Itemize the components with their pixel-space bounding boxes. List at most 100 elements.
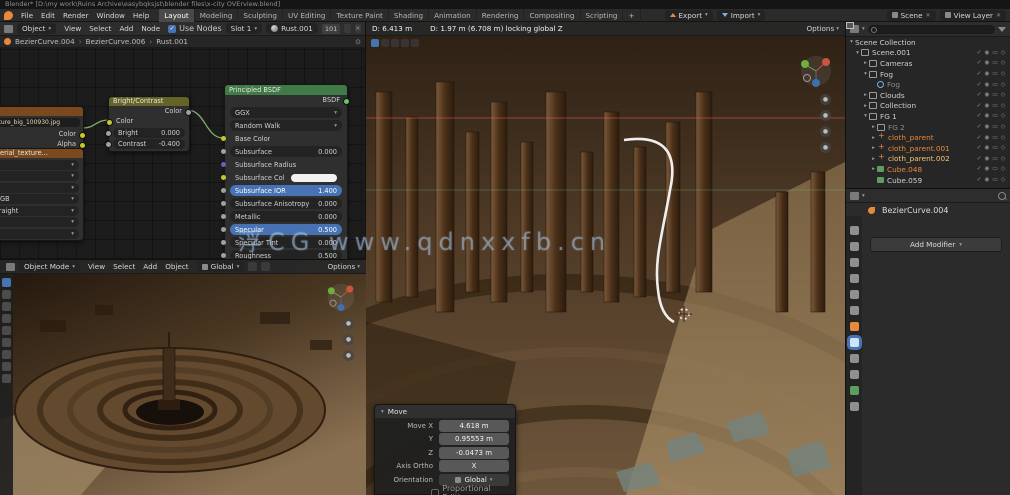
- node-property-row[interactable]: Specular0.500▾: [221, 224, 342, 235]
- disclosure-arrow-icon[interactable]: ▸: [862, 92, 869, 98]
- value-field[interactable]: 0.95553 m: [439, 433, 509, 445]
- disclosure-arrow-icon[interactable]: ▸: [870, 166, 877, 172]
- bsdf-output-socket[interactable]: BSDF: [225, 95, 350, 105]
- menu-item[interactable]: Help: [129, 11, 153, 20]
- outliner-row[interactable]: ▸ cloth_parent.001 ✓◉▭◇: [846, 142, 1010, 154]
- cursor-tool-icon[interactable]: [2, 290, 11, 299]
- workspace-tab[interactable]: Sculpting: [238, 8, 283, 22]
- object-name[interactable]: Cube.059: [887, 176, 975, 185]
- select-circle-icon[interactable]: [391, 39, 399, 47]
- object-name[interactable]: FG 2: [888, 123, 975, 132]
- selectable-checkbox-icon[interactable]: ✓: [975, 166, 983, 172]
- disclosure-arrow-icon[interactable]: ▸: [870, 135, 877, 141]
- render-disable-icon[interactable]: ◇: [999, 113, 1007, 119]
- menu-item[interactable]: Render: [59, 11, 93, 20]
- workspace-tab[interactable]: Modeling: [195, 8, 239, 22]
- move-panel-header[interactable]: ▾ Move: [375, 405, 515, 418]
- object-name[interactable]: Cube.048: [887, 165, 975, 174]
- properties-tab[interactable]: [849, 242, 859, 251]
- properties-tab[interactable]: [849, 274, 859, 283]
- node-dropdown[interactable]: ▾: [0, 217, 79, 227]
- properties-tab[interactable]: [849, 370, 859, 379]
- search-input[interactable]: [867, 24, 995, 34]
- chevron-down-icon[interactable]: ▾: [862, 26, 865, 32]
- color-swatch[interactable]: [290, 173, 337, 182]
- disclosure-arrow-icon[interactable]: ▾: [862, 113, 869, 119]
- material-slot-dropdown[interactable]: Slot 1 ▾: [225, 23, 263, 34]
- bright-contrast-node[interactable]: Bright/Contrast Color Color Bright 0.000 C…: [105, 96, 192, 152]
- node-property-row[interactable]: Roughness0.500▾: [221, 250, 342, 259]
- viewport-disable-icon[interactable]: ▭: [991, 60, 999, 66]
- tweak-tool-icon[interactable]: [371, 39, 379, 47]
- disclosure-arrow-icon[interactable]: ▸: [870, 124, 877, 130]
- disclosure-arrow-icon[interactable]: ▾: [854, 50, 861, 56]
- node-property-row[interactable]: Subsurface IOR1.400▾: [221, 185, 342, 196]
- transform-tool-icon[interactable]: [2, 338, 11, 347]
- outliner-row[interactable]: ▸ Cameras ✓ ◉ ▭ ◇: [846, 58, 1010, 69]
- outliner-row[interactable]: Fog ✓ ◉ ▭ ◇: [846, 79, 1010, 90]
- pin-icon[interactable]: ⊙: [355, 38, 361, 46]
- principled-bsdf-node[interactable]: Principled BSDF BSDF GGX▾ Random Walk▾: [221, 84, 350, 259]
- fake-user-shield-icon[interactable]: [344, 24, 351, 33]
- render-disable-icon[interactable]: ◇: [999, 145, 1007, 151]
- ortho-toggle-icon[interactable]: ●: [820, 142, 831, 153]
- annotate-tool-icon[interactable]: [2, 350, 11, 359]
- selectable-checkbox-icon[interactable]: ✓: [975, 145, 983, 151]
- disclosure-arrow-icon[interactable]: ▾: [848, 39, 855, 45]
- search-icon[interactable]: [998, 191, 1006, 200]
- properties-tab[interactable]: [849, 322, 859, 331]
- viewport-disable-icon[interactable]: ▭: [991, 166, 999, 172]
- select-lasso-icon[interactable]: [401, 39, 409, 47]
- node-number-field[interactable]: Contrast -0.400: [105, 139, 185, 149]
- outliner-row[interactable]: ▾ FG 1 ✓ ◉ ▭ ◇: [846, 111, 1010, 122]
- outliner-row[interactable]: ▸ cloth_parent ✓◉▭◇: [846, 131, 1010, 143]
- workspace-tab[interactable]: Compositing: [524, 8, 581, 22]
- outliner-row[interactable]: ▸ Clouds ✓ ◉ ▭ ◇: [846, 90, 1010, 101]
- shader-menu-item[interactable]: Add: [115, 24, 137, 33]
- viewport-disable-icon[interactable]: ▭: [991, 135, 999, 141]
- menu-item[interactable]: Window: [93, 11, 129, 20]
- rotate-tool-icon[interactable]: [2, 314, 11, 323]
- properties-tab[interactable]: [849, 290, 859, 299]
- properties-tab[interactable]: [849, 338, 859, 347]
- render-disable-icon[interactable]: ◇: [999, 124, 1007, 130]
- hide-eye-icon[interactable]: ◉: [983, 60, 991, 66]
- menu-item[interactable]: Edit: [37, 11, 59, 20]
- render-disable-icon[interactable]: ◇: [999, 135, 1007, 141]
- image-filename[interactable]: texture_big_100930.jpg: [0, 118, 80, 127]
- menu-item[interactable]: File: [17, 11, 37, 20]
- selectable-checkbox-icon[interactable]: ✓: [975, 60, 983, 66]
- editor-type-icon[interactable]: [4, 24, 13, 33]
- node-title[interactable]: material_texture...: [0, 149, 83, 158]
- node-property-row[interactable]: Subsurface Anisotropy0.000▾: [221, 198, 342, 209]
- navigation-gizmo[interactable]: [326, 282, 356, 312]
- close-icon[interactable]: ✕: [926, 12, 931, 19]
- hide-eye-icon[interactable]: ◉: [983, 124, 991, 130]
- node-property-row[interactable]: Subsurface Radius▾: [221, 159, 342, 170]
- hide-eye-icon[interactable]: ◉: [983, 103, 991, 109]
- object-name[interactable]: Scene.001: [872, 48, 975, 57]
- render-disable-icon[interactable]: ◇: [999, 82, 1007, 88]
- hide-eye-icon[interactable]: ◉: [983, 92, 991, 98]
- hide-eye-icon[interactable]: ◉: [983, 166, 991, 172]
- outliner-row[interactable]: ▸ cloth_parent.002 ✓◉▭◇: [846, 152, 1010, 165]
- scale-tool-icon[interactable]: [2, 326, 11, 335]
- shader-menu-item[interactable]: Select: [85, 24, 115, 33]
- node-property-row[interactable]: Specular Tint0.000▾: [221, 237, 342, 248]
- selectable-checkbox-icon[interactable]: ✓: [975, 113, 983, 119]
- outliner-row[interactable]: Cube.059 ✓ ◉ ▭ ◇: [846, 175, 1010, 186]
- node-title[interactable]: Principled BSDF: [225, 85, 347, 95]
- outliner-row[interactable]: ▾ Scene Collection ✓◉▭◇: [846, 22, 1010, 48]
- editor-type-icon[interactable]: [6, 262, 15, 271]
- export-button[interactable]: Export ▾: [664, 9, 713, 21]
- snap-magnet-icon[interactable]: [248, 262, 258, 271]
- selectable-checkbox-icon[interactable]: ✓: [975, 103, 983, 109]
- view-layer-selector[interactable]: View Layer ✕: [939, 9, 1006, 21]
- material-selector[interactable]: Rust.001: [266, 23, 318, 34]
- hide-eye-icon[interactable]: ◉: [983, 145, 991, 151]
- shading-mode-icon[interactable]: [411, 39, 419, 47]
- object-name[interactable]: cloth_parent.002: [888, 154, 975, 163]
- hide-eye-icon[interactable]: ◉: [983, 156, 991, 162]
- viewport-disable-icon[interactable]: ▭: [991, 103, 999, 109]
- render-disable-icon[interactable]: ◇: [999, 92, 1007, 98]
